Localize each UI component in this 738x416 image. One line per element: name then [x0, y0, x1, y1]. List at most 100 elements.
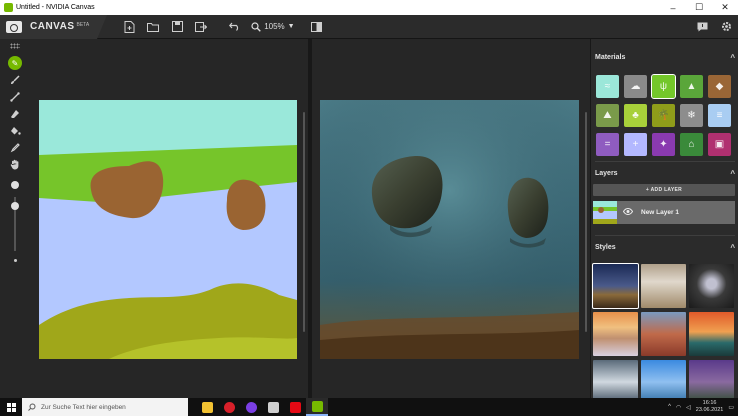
materials-header[interactable]: Materials ^ — [595, 51, 735, 63]
taskbar-file-explorer[interactable] — [196, 398, 218, 416]
material-snow[interactable]: ❄ — [680, 104, 703, 127]
window-title: Untitled - NVIDIA Canvas — [16, 4, 95, 11]
title-bar: Untitled - NVIDIA Canvas – ☐ ✕ — [0, 0, 738, 15]
material-palm[interactable]: 🌴 — [652, 104, 675, 127]
material-house[interactable]: ⌂ — [680, 133, 703, 156]
minimize-button[interactable]: – — [660, 0, 686, 15]
tool-pan[interactable] — [5, 156, 25, 173]
layout-toggle-button[interactable] — [305, 15, 329, 39]
clock-time: 16:16 — [702, 400, 717, 406]
eraser-icon — [11, 109, 19, 118]
brand-name: CANVAS — [30, 21, 75, 32]
style-4[interactable] — [593, 312, 638, 356]
style-3[interactable] — [689, 264, 734, 308]
notification-icon[interactable]: ▭ — [728, 404, 734, 411]
app-icon — [4, 3, 13, 12]
search-icon — [28, 403, 36, 411]
material-grass[interactable]: ψ — [651, 74, 676, 99]
material-flowers[interactable]: ✦ — [652, 133, 675, 156]
taskbar-app-gray-icon — [267, 401, 279, 413]
undo-icon — [229, 22, 239, 31]
chevron-down-icon: ▼ — [287, 23, 295, 30]
material-road[interactable]: = — [596, 133, 619, 156]
line-icon — [10, 91, 20, 102]
taskbar-search[interactable]: Zur Suche Text hier eingeben — [22, 398, 188, 416]
undo-button[interactable] — [223, 15, 247, 39]
material-rock[interactable]: ◆ — [708, 75, 731, 98]
clock-date: 23.06.2021 — [695, 407, 724, 413]
chevron-up-icon[interactable]: ^ — [730, 243, 735, 252]
styles-header[interactable]: Styles ^ — [595, 241, 735, 253]
styles-grid — [592, 263, 736, 404]
style-5[interactable] — [641, 312, 686, 356]
tool-brush[interactable] — [5, 71, 25, 88]
material-tree[interactable]: ♣ — [624, 104, 647, 127]
taskbar-browser[interactable] — [240, 398, 262, 416]
layer-item[interactable]: New Layer 1 — [593, 201, 735, 224]
style-2[interactable] — [641, 264, 686, 308]
feedback-button[interactable] — [690, 15, 714, 39]
material-building-icon: ▣ — [714, 139, 725, 150]
material-water[interactable]: ≈ — [596, 75, 619, 98]
clock[interactable]: 16:16 23.06.2021 — [696, 400, 724, 414]
save-icon — [171, 21, 183, 32]
layers-header[interactable]: Layers ^ — [595, 167, 735, 179]
chevron-up-icon[interactable]: ^ — [730, 53, 735, 62]
style-1[interactable] — [592, 263, 639, 309]
brush-size-slider[interactable] — [11, 197, 19, 251]
new-file-button[interactable] — [117, 15, 141, 39]
maximize-button[interactable]: ☐ — [686, 0, 712, 15]
close-button[interactable]: ✕ — [712, 0, 738, 15]
segmentation-canvas[interactable] — [39, 100, 297, 359]
settings-button[interactable] — [714, 15, 738, 39]
tool-eraser[interactable] — [5, 105, 25, 122]
tool-eyedropper[interactable] — [5, 139, 25, 156]
material-road-icon: = — [604, 139, 611, 150]
visibility-eye-icon[interactable] — [621, 207, 635, 217]
system-tray: ^ ◠ ◁ 16:16 23.06.2021 ▭ — [668, 400, 738, 414]
style-6[interactable] — [689, 312, 734, 356]
styles-title: Styles — [595, 243, 616, 251]
material-cloud[interactable]: ☁ — [624, 75, 647, 98]
layout-icon — [311, 21, 323, 32]
layer-name: New Layer 1 — [641, 209, 679, 216]
material-fog[interactable]: + — [624, 133, 647, 156]
chevron-up-icon[interactable]: ^ — [668, 404, 671, 410]
save-button[interactable] — [165, 15, 189, 39]
toolbar: CANVAS BETA 105% ▼ — [0, 14, 738, 39]
volume-icon[interactable]: ◁ — [686, 404, 691, 411]
layers-title: Layers — [595, 169, 618, 177]
tool-line[interactable] — [5, 88, 25, 105]
taskbar-app-gray[interactable] — [262, 398, 284, 416]
material-mountain[interactable]: ⛰ — [596, 104, 619, 127]
material-hill[interactable]: ▲ — [680, 75, 703, 98]
zoom-control[interactable]: 105% ▼ — [251, 21, 295, 32]
material-tree-icon: ♣ — [632, 110, 639, 121]
output-scrollbar[interactable] — [585, 112, 587, 332]
export-button[interactable] — [189, 15, 213, 39]
tool-fill[interactable] — [5, 122, 25, 139]
taskbar-opera[interactable] — [218, 398, 240, 416]
add-layer-button[interactable]: + ADD LAYER — [593, 184, 735, 196]
chevron-up-icon[interactable]: ^ — [730, 169, 735, 178]
material-sky[interactable]: ≡ — [708, 104, 731, 127]
material-grass-icon: ψ — [659, 81, 668, 92]
drag-handle-icon[interactable] — [10, 43, 20, 49]
canvas-scrollbar[interactable] — [303, 112, 305, 332]
open-button[interactable] — [141, 15, 165, 39]
gear-icon — [721, 22, 731, 31]
taskbar-netflix[interactable] — [284, 398, 306, 416]
taskbar-netflix-icon — [289, 401, 301, 413]
material-building[interactable]: ▣ — [708, 133, 731, 156]
taskbar-nvidia-canvas[interactable] — [306, 398, 328, 416]
brush-size-thumb[interactable] — [11, 202, 19, 210]
start-button[interactable] — [0, 398, 22, 416]
material-fog-icon: + — [632, 139, 639, 150]
hand-icon — [10, 159, 19, 170]
brush-preview — [11, 181, 19, 189]
wifi-icon[interactable]: ◠ — [676, 404, 681, 411]
generated-image — [320, 100, 579, 359]
brand-slant — [97, 14, 108, 39]
material-sky-icon: ≡ — [716, 110, 723, 121]
tool-brush-green[interactable]: ✎ — [8, 56, 22, 70]
